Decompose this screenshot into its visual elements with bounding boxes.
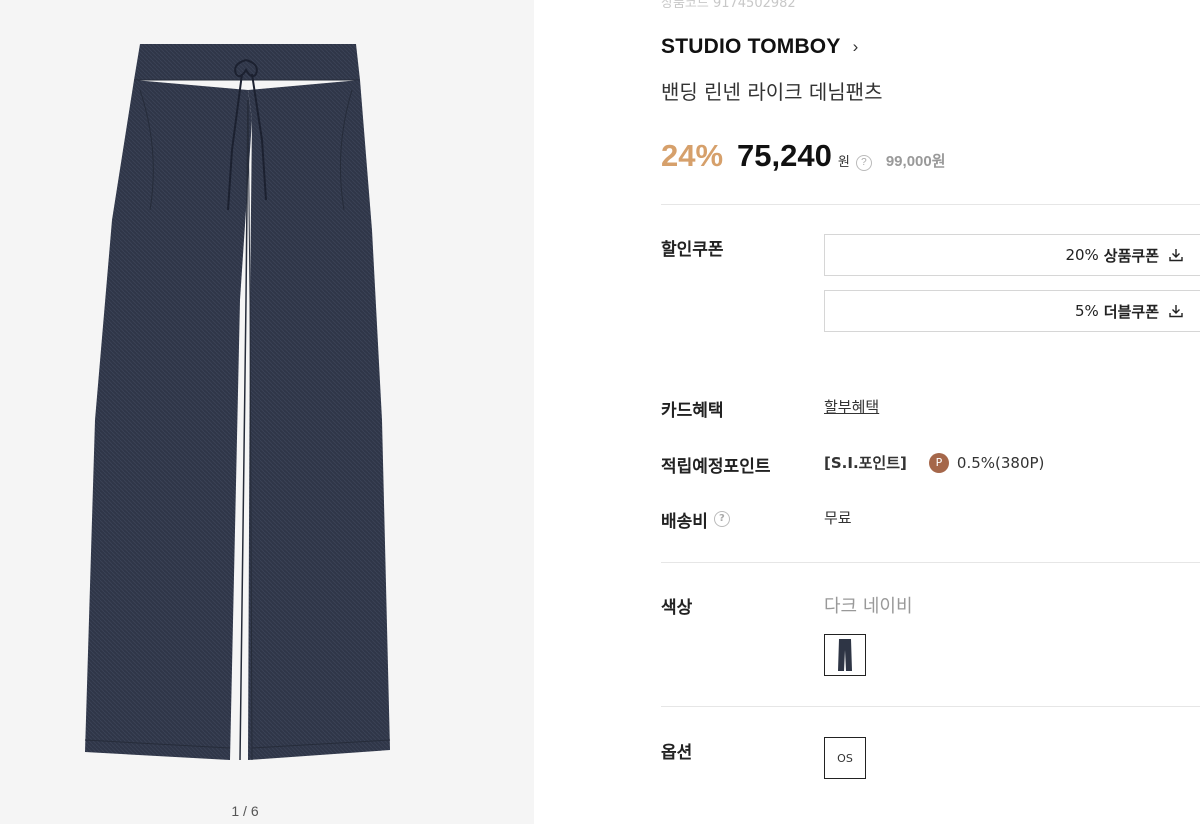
sale-price: 75,240 (737, 138, 832, 173)
double-coupon-button[interactable]: 5% 더블쿠폰 (824, 290, 1200, 332)
shipping-help-icon[interactable]: ? (713, 510, 730, 527)
option-label: 옵션 (661, 743, 693, 763)
currency-unit: 원 (837, 154, 850, 169)
product-image-gallery[interactable]: 1 / 6 (0, 0, 534, 824)
download-icon (1169, 305, 1183, 318)
coupon-pct: 20% (1065, 246, 1099, 264)
points-value: [S.I.포인트] P 0.5%(380P) (824, 452, 1044, 473)
points-type: [S.I.포인트] (824, 454, 907, 472)
divider (661, 204, 1200, 205)
shipping-value: 무료 (824, 509, 852, 527)
installment-benefit-link[interactable]: 할부혜택 (824, 396, 879, 417)
coupon-title: 더블쿠폰 (1103, 302, 1159, 321)
color-swatch-dark-navy[interactable] (824, 634, 866, 676)
color-label: 색상 (661, 598, 693, 618)
brand-name: STUDIO TOMBOY (661, 35, 841, 58)
download-icon (1169, 249, 1183, 262)
points-amount: 0.5%(380P) (956, 453, 1045, 472)
product-info-panel: 상품코드 9174502982 STUDIO TOMBOY › 밴딩 린넨 라이… (534, 0, 1200, 824)
original-price: 99,000원 (885, 153, 946, 170)
discount-rate: 24% (661, 138, 724, 173)
option-os-button[interactable]: OS (824, 737, 866, 779)
image-page-counter: 1 / 6 (0, 803, 534, 819)
product-image[interactable] (0, 0, 534, 824)
price-help-icon[interactable]: ? (855, 154, 872, 171)
shipping-label: 배송비 ? (661, 507, 730, 532)
product-coupon-button[interactable]: 20% 상품쿠폰 (824, 234, 1200, 276)
pants-thumbnail-icon (838, 639, 852, 671)
divider (661, 706, 1200, 707)
coupon-label: 할인쿠폰 (661, 240, 724, 260)
product-code: 상품코드 9174502982 (661, 0, 796, 11)
coupon-pct: 5% (1075, 302, 1099, 320)
product-name: 밴딩 린넨 라이크 데님팬츠 (661, 80, 883, 104)
selected-color-name: 다크 네이비 (824, 596, 913, 617)
brand-link[interactable]: STUDIO TOMBOY › (661, 35, 858, 59)
installment-benefit-text: 할부혜택 (824, 398, 880, 416)
coupon-title: 상품쿠폰 (1103, 246, 1159, 265)
chevron-right-icon: › (852, 37, 859, 56)
image-page-counter-text: 1 / 6 (231, 803, 259, 819)
points-label: 적립예정포인트 (661, 457, 771, 477)
point-icon: P (928, 452, 949, 473)
price-row: 24% 75,240 원 ? 99,000원 (661, 138, 946, 174)
shipping-label-text: 배송비 (661, 512, 708, 532)
divider (661, 562, 1200, 563)
card-benefit-label: 카드혜택 (661, 401, 724, 421)
